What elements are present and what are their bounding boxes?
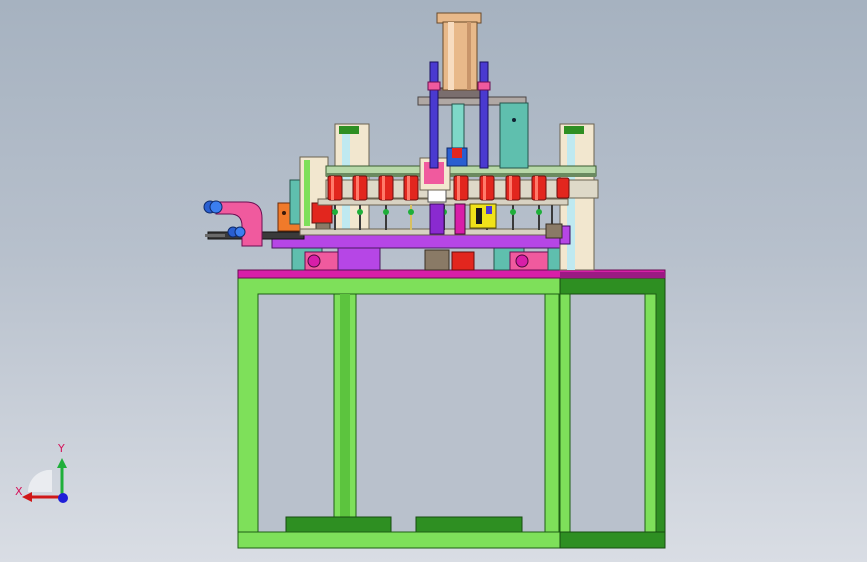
press-assembly[interactable]: [417, 12, 529, 169]
lower-mechanism[interactable]: [291, 245, 563, 271]
roller[interactable]: [327, 175, 343, 201]
z-axis-dot: [58, 493, 68, 503]
roller[interactable]: [378, 175, 394, 201]
roller[interactable]: [479, 175, 495, 201]
y-axis-arrowhead: [57, 458, 67, 468]
roller[interactable]: [505, 175, 521, 201]
roller[interactable]: [556, 177, 570, 199]
spring-probe[interactable]: [510, 205, 516, 230]
spring-probe[interactable]: [383, 205, 389, 230]
roller[interactable]: [403, 175, 419, 201]
machine-assembly-model[interactable]: [0, 0, 867, 562]
spring-probe[interactable]: [408, 205, 414, 230]
roller[interactable]: [531, 175, 547, 201]
axis-triad: [22, 458, 68, 503]
left-feeder-assembly[interactable]: [203, 200, 305, 247]
cad-viewport[interactable]: Y X: [0, 0, 867, 562]
spring-probe[interactable]: [536, 205, 542, 230]
triad-quadrant: [27, 469, 52, 492]
x-axis-arrowhead: [22, 492, 32, 502]
x-axis-label: X: [15, 485, 23, 498]
base-frame[interactable]: [237, 275, 666, 549]
frame-top-plate[interactable]: [237, 269, 666, 279]
roller[interactable]: [352, 175, 368, 201]
roller[interactable]: [453, 175, 469, 201]
y-axis-label: Y: [58, 442, 65, 455]
